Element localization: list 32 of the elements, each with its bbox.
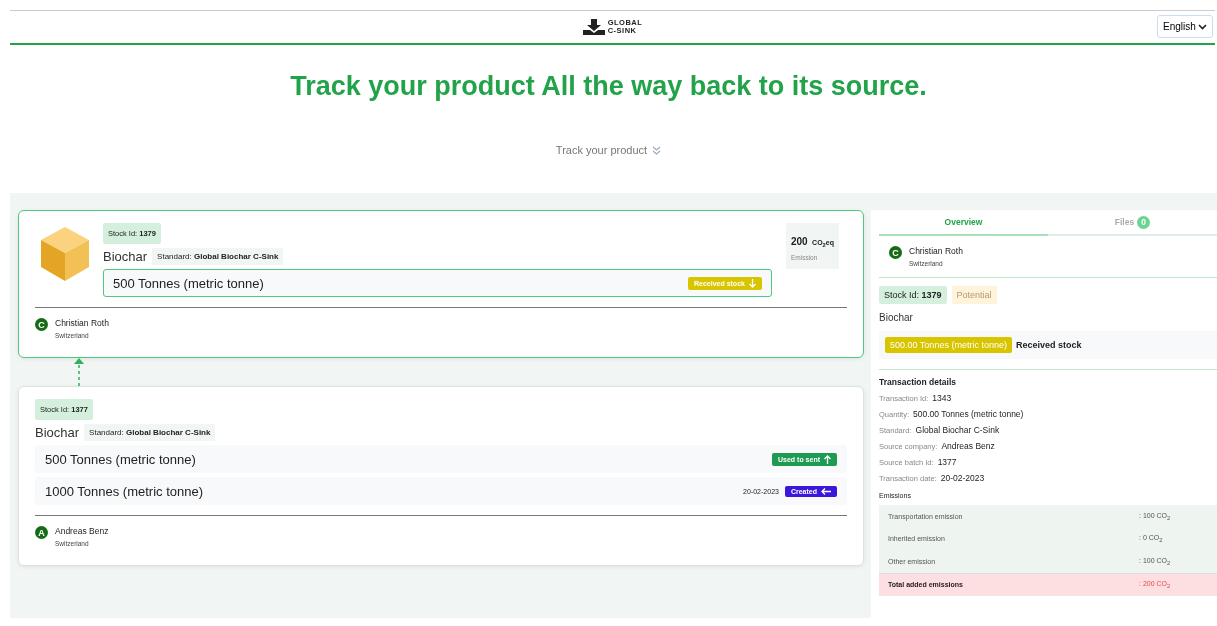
product-name: Biochar (879, 312, 914, 323)
double-chevron-icon (652, 145, 662, 155)
logo-icon (582, 19, 605, 35)
standard-tag: Standard: Global Biochar C-Sink (84, 424, 216, 441)
quantity-text: 1000 Tonnes (metric tonne) (45, 483, 204, 499)
avatar-initial: A (35, 526, 48, 539)
field-value: 1343 (932, 393, 952, 403)
product-name: Biochar (35, 425, 80, 440)
quantity-text: 500 Tonnes (metric tonne) (45, 451, 196, 467)
owner-name: Andreas Benz (55, 526, 109, 536)
language-select[interactable]: English (1157, 15, 1213, 38)
field-value: 20-02-2023 (940, 473, 985, 483)
field-value: 500.00 Tonnes (metric tonne) (913, 409, 1024, 419)
field-value: Global Biochar C-Sink (915, 425, 1000, 435)
track-product-link[interactable]: Track your product (555, 144, 662, 156)
standard-tag: Standard: Global Biochar C-Sink (152, 248, 284, 265)
owner-name: Christian Roth (909, 246, 963, 256)
quantity-note: Received stock (1015, 340, 1082, 350)
avatar-initial: C (35, 318, 48, 331)
status-tag: Potential (951, 286, 997, 304)
connector-arrow (74, 358, 84, 386)
page-headline: Track your product All the way back to its source. (289, 71, 928, 102)
avatar-initial: C (889, 246, 902, 259)
owner-name: Christian Roth (55, 318, 109, 328)
section-title: Transaction details (879, 377, 957, 387)
product-name: Biochar (103, 249, 148, 264)
quantity-badge: 500.00 Tonnes (metric tonne) (885, 337, 1012, 353)
field-value: 1377 (937, 457, 957, 467)
field-value: Andreas Benz (941, 441, 995, 451)
stock-id-tag: Stock Id: 1379 (879, 286, 947, 304)
quantity-text: 500 Tonnes (metric tonne) (113, 275, 264, 291)
chevron-down-icon (1198, 23, 1207, 30)
